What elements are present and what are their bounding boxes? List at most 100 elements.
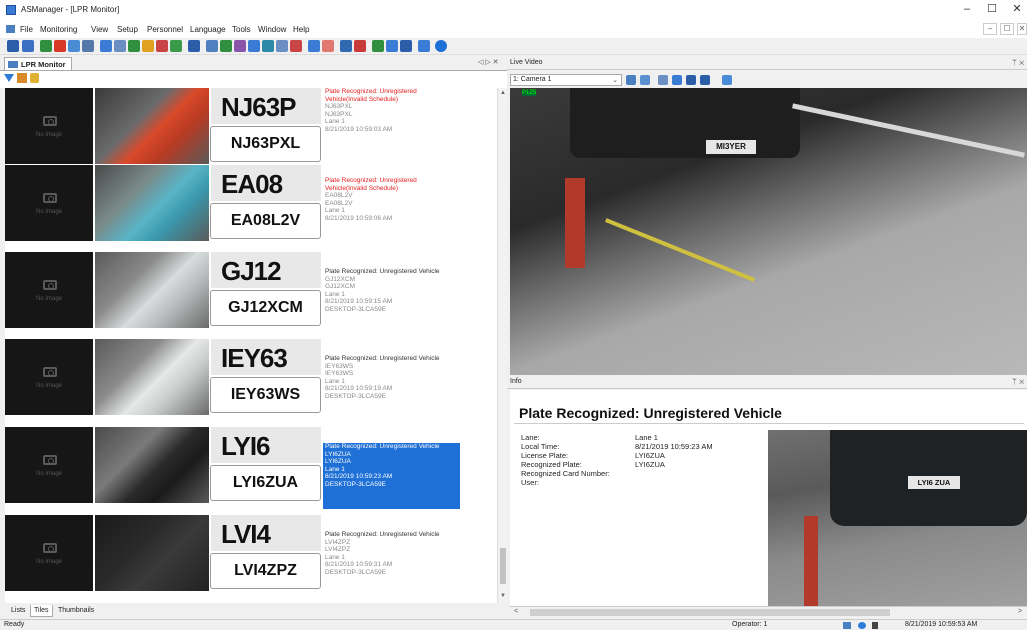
close-button[interactable]: ✕ <box>1002 2 1027 16</box>
no-image-label: No Image <box>35 471 62 477</box>
toolbar-settings-icon[interactable] <box>400 40 412 52</box>
plate-crop-image: LYI6 ZUA <box>211 427 321 463</box>
no-image-placeholder: No Image <box>5 515 93 591</box>
live-video-header: Live Video ᛘ ✕ <box>507 57 1027 70</box>
live-video-feed[interactable]: MI3YER P1Z5 <box>510 88 1027 375</box>
camera-icon <box>43 280 57 290</box>
camera-ptz-icon[interactable] <box>640 75 650 85</box>
toolbar-list-icon[interactable] <box>114 40 126 52</box>
info-pin-close[interactable]: ᛘ ✕ <box>1012 377 1024 386</box>
toolbar-alarm-icon[interactable] <box>54 40 66 52</box>
toolbar-window-icon[interactable] <box>276 40 288 52</box>
view-tabs: Lists Tiles Thumbnails <box>5 604 205 618</box>
mdi-restore-button[interactable]: ☐ <box>1000 23 1014 35</box>
toolbar-panel-icon[interactable] <box>82 40 94 52</box>
zoom-out-icon[interactable] <box>700 75 710 85</box>
toolbar-save-icon[interactable] <box>7 40 19 52</box>
mdi-minimize-button[interactable]: – <box>983 23 997 35</box>
export-icon[interactable] <box>17 73 27 83</box>
toolbar-clock-icon[interactable] <box>262 40 274 52</box>
snapshot-icon[interactable] <box>722 75 732 85</box>
info-header: Info ᛘ ✕ <box>507 376 1027 389</box>
camera-select[interactable]: 1: Camera 1 ⌄ <box>510 74 622 86</box>
toolbar-help-icon[interactable] <box>435 40 447 52</box>
info-hscrollbar[interactable]: < > <box>510 606 1027 618</box>
list-scrollbar[interactable]: ▲ ▼ <box>497 88 507 603</box>
event-tile[interactable]: No Image GJ12 XCM GJ12XCM Plate Recogniz… <box>5 252 497 340</box>
toolbar-globe-icon[interactable] <box>308 40 320 52</box>
camera-link-icon[interactable] <box>626 75 636 85</box>
event-tile[interactable]: No Image IEY63 WS IEY63WS Plate Recogniz… <box>5 339 497 427</box>
toolbar-badge-icon[interactable] <box>234 40 246 52</box>
live-video-pin-close[interactable]: ᛘ ✕ <box>1012 58 1024 67</box>
plate-crop-image: EA08 L2V <box>211 165 321 201</box>
menu-setup[interactable]: Setup <box>117 25 138 34</box>
event-lane: Lane 1 <box>325 290 345 298</box>
event-tile[interactable]: No Image LVI4 ZPZ LVI4ZPZ Plate Recogniz… <box>5 515 497 603</box>
menu-window[interactable]: Window <box>258 25 286 34</box>
toolbar-lock-icon[interactable] <box>290 40 302 52</box>
menu-tools[interactable]: Tools <box>232 25 251 34</box>
camera-move-icon[interactable] <box>672 75 682 85</box>
toolbar-lpr-icon[interactable] <box>372 40 384 52</box>
menu-personnel[interactable]: Personnel <box>147 25 183 34</box>
toolbar-event-icon[interactable] <box>128 40 140 52</box>
event-tile[interactable]: No Image NJ63P NJ63PXL Plate Recognized:… <box>5 88 497 176</box>
tab-lists[interactable]: Lists <box>8 605 28 617</box>
toolbar-reader-icon[interactable] <box>68 40 80 52</box>
event-lane: Lane 1 <box>325 207 345 215</box>
scrollbar-thumb[interactable] <box>500 548 506 584</box>
tab-thumbnails[interactable]: Thumbnails <box>55 605 97 617</box>
toolbar-pie-icon[interactable] <box>322 40 334 52</box>
event-status: Plate Recognized: Unregistered Vehicle(I… <box>325 88 417 103</box>
toolbar-grid-icon[interactable] <box>170 40 182 52</box>
menu-file[interactable]: File <box>20 25 33 34</box>
panel-nav-arrows[interactable]: ◁ ▷ ✕ <box>478 58 499 66</box>
toolbar-user-icon[interactable] <box>142 40 154 52</box>
plate-crop-text: LYI6 ZUA <box>221 431 272 463</box>
toolbar-door-icon[interactable] <box>40 40 52 52</box>
toolbar-plate-icon[interactable] <box>386 40 398 52</box>
event-tile-selected[interactable]: No Image LYI6 ZUA LYI6ZUA Plate Recogniz… <box>5 427 497 515</box>
toolbar-person-icon[interactable] <box>340 40 352 52</box>
event-host: DESKTOP-3LCA59E <box>325 305 386 313</box>
snapshot-barrier <box>804 516 818 606</box>
toolbar-report-icon[interactable] <box>188 40 200 52</box>
toolbar-map-icon[interactable] <box>220 40 232 52</box>
tab-tiles[interactable]: Tiles <box>30 605 53 617</box>
scroll-right-icon[interactable]: > <box>1018 608 1022 615</box>
zoom-in-icon[interactable] <box>686 75 696 85</box>
camera-pan-icon[interactable] <box>658 75 668 85</box>
menu-help[interactable]: Help <box>293 25 309 34</box>
no-image-placeholder: No Image <box>5 339 93 415</box>
hscroll-thumb[interactable] <box>530 609 890 616</box>
toolbar-camera-icon[interactable] <box>206 40 218 52</box>
menu-monitoring[interactable]: Monitoring <box>40 25 77 34</box>
filter-icon[interactable] <box>4 74 14 82</box>
plate-number: LVI4ZPZ <box>234 562 297 579</box>
toolbar-monitor-icon[interactable] <box>22 40 34 52</box>
lock-icon[interactable] <box>30 73 39 83</box>
camera-select-value: 1: Camera 1 <box>513 76 552 83</box>
camera-icon <box>43 367 57 377</box>
mdi-doc-icon[interactable] <box>6 25 15 33</box>
event-tile-list: No Image NJ63P NJ63PXL Plate Recognized:… <box>5 88 497 603</box>
event-recognized: LVI4ZPZ <box>325 546 351 554</box>
toolbar-lock-user-icon[interactable] <box>418 40 430 52</box>
tab-lpr-monitor[interactable]: LPR Monitor <box>4 57 72 70</box>
plate-crop-text: LVI4 ZPZ <box>221 519 271 551</box>
event-host: DESKTOP-3LCA59E <box>325 392 386 400</box>
mdi-close-button[interactable]: ✕ <box>1017 23 1027 35</box>
toolbar-stop-icon[interactable] <box>354 40 366 52</box>
plate-crop-image: NJ63P <box>211 88 321 124</box>
menu-language[interactable]: Language <box>190 25 226 34</box>
scroll-left-icon[interactable]: < <box>514 608 518 615</box>
event-tile[interactable]: No Image EA08 L2V EA08L2V Plate Recogniz… <box>5 165 497 253</box>
toolbar-flag-icon[interactable] <box>156 40 168 52</box>
menu-view[interactable]: View <box>91 25 108 34</box>
toolbar-network-icon[interactable] <box>100 40 112 52</box>
toolbar-doc-icon[interactable] <box>248 40 260 52</box>
scroll-down-icon[interactable]: ▼ <box>500 593 506 599</box>
plate-number-box: IEY63WS <box>210 377 321 413</box>
scroll-up-icon[interactable]: ▲ <box>500 90 506 96</box>
